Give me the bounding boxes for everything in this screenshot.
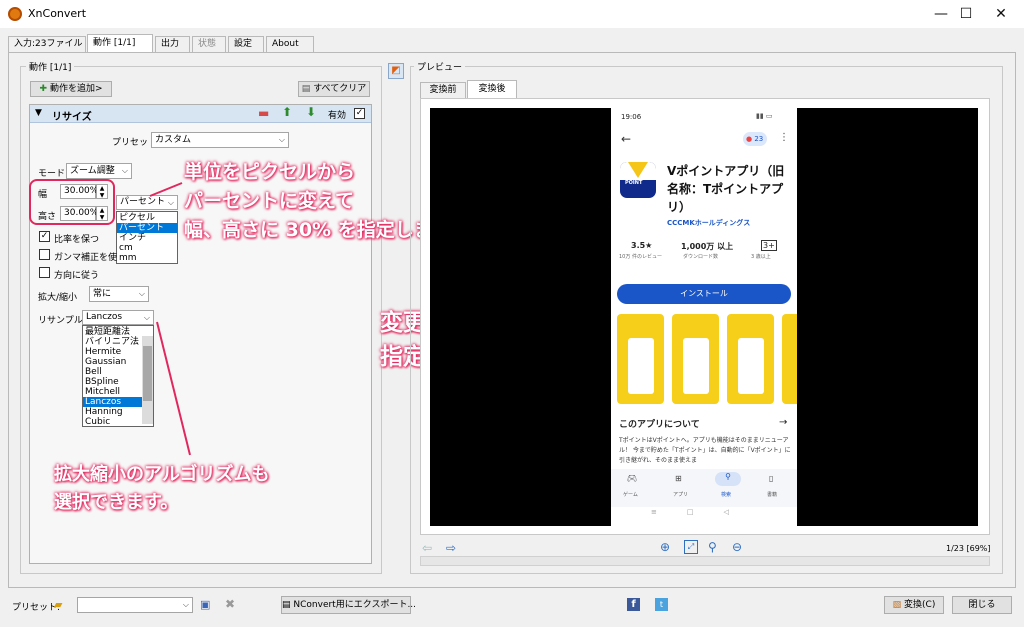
rating: 3.5★ [631,241,653,250]
nav-apps: アプリ [673,492,689,498]
facebook-icon[interactable]: f [627,598,640,611]
age-rating: 3+ [761,240,777,251]
search-icon: ⚲ [715,472,741,486]
phone-badge: ● 23 [743,132,767,146]
chevron-down-icon: ⌵ [182,600,189,609]
tab-actions[interactable]: 動作 [1/1] [87,34,153,52]
footer-preset-label: プリセット: [12,603,61,613]
preview-black-right [797,108,978,526]
export-label: NConvert用にエクスポート... [293,600,417,610]
age-sub: 3 歳以上 [751,254,771,260]
badge-dot-icon: ● [746,135,753,143]
footer-preset-select[interactable]: ⌵ [77,597,193,613]
tab-after[interactable]: 変換後 [467,80,517,98]
nav-search: 検索 [721,492,732,498]
annotation-pointer-unit [149,182,183,197]
zoom-in-icon[interactable]: ⊕ [660,540,670,554]
zoom-out-icon[interactable]: ⊖ [732,540,742,554]
next-arrow-icon[interactable]: ⇨ [446,541,456,555]
screenshot-phone [628,338,654,394]
preview-image: 19:06 ▮▮ ▭ ← ● 23 ⋮ POINT Vポイントアプリ（旧名称：T… [611,108,797,526]
app-logo-icon: POINT [620,162,656,198]
downloads-sub: ダウンロード数 [683,254,719,260]
convert-label: 変換(C) [904,600,936,610]
about-title: このアプリについて [619,420,700,430]
tab-before[interactable]: 変換前 [420,82,466,98]
screenshot-phone [683,338,709,394]
preview-scrollbar[interactable] [420,556,990,566]
about-arrow-icon: → [779,417,788,428]
convert-button[interactable]: ▧ 変換(C) [884,596,944,614]
delete-icon[interactable]: ✖ [225,597,235,611]
screenshot-card [782,314,797,404]
battery-icon: ▮▮ ▭ [756,112,773,120]
folder-icon[interactable]: ▰ [54,598,62,611]
convert-icon: ▧ [892,600,902,610]
nav-games: ゲーム [623,492,638,498]
preview-toggle-icon[interactable]: ◩ [388,63,404,79]
annotation-pointer-algo [156,321,191,456]
preview-black-left [430,108,611,526]
games-icon: 🎮︎ [627,474,638,483]
install-button: インストール [617,284,791,304]
system-nav-icons: ≡□◁ [651,508,759,516]
twitter-icon[interactable]: t [655,598,668,611]
downloads: 1,000万 以上 [681,242,734,251]
algo-annotation-line: 拡大縮小のアルゴリズムも [54,464,270,485]
back-arrow-icon: ← [621,132,632,146]
more-icon: ⋮ [779,132,789,143]
screenshot-phone [738,338,764,394]
save-icon[interactable]: ▣ [200,598,210,611]
prev-arrow-icon[interactable]: ⇦ [422,541,432,555]
algo-annotation-line: 選択できます。 [54,492,179,513]
apps-icon: ⊞ [675,474,682,483]
close-button[interactable]: 閉じる [952,596,1012,614]
app-title: Vポイントアプリ（旧名称：Tポイントアプリ） [667,164,785,214]
logo-text: POINT [625,180,643,186]
about-text: TポイントはVポイントへ。アプリも機能はそのままリニューアル！ 今まで貯めた「T… [619,437,791,464]
developer-name: CCCMKホールディングス [667,219,751,227]
nav-books: 書籍 [767,492,778,498]
books-icon: ▯ [769,474,774,483]
document-icon: ▤ [282,600,291,610]
zoom-actual-icon[interactable]: ⚲ [708,540,717,554]
fit-screen-icon[interactable]: ⤢ [684,540,698,554]
export-nconvert-button[interactable]: ▤ NConvert用にエクスポート... [281,596,416,614]
preview-group-label: プレビュー [414,60,466,73]
algo-annotation: 拡大縮小のアルゴリズムも 選択できます。 [54,461,269,517]
phone-time: 19:06 [621,113,642,121]
phone-badge-count: 23 [754,135,764,143]
rating-sub: 10万 件のレビュー [619,254,662,260]
page-counter: 1/23 [69%] [946,544,991,553]
